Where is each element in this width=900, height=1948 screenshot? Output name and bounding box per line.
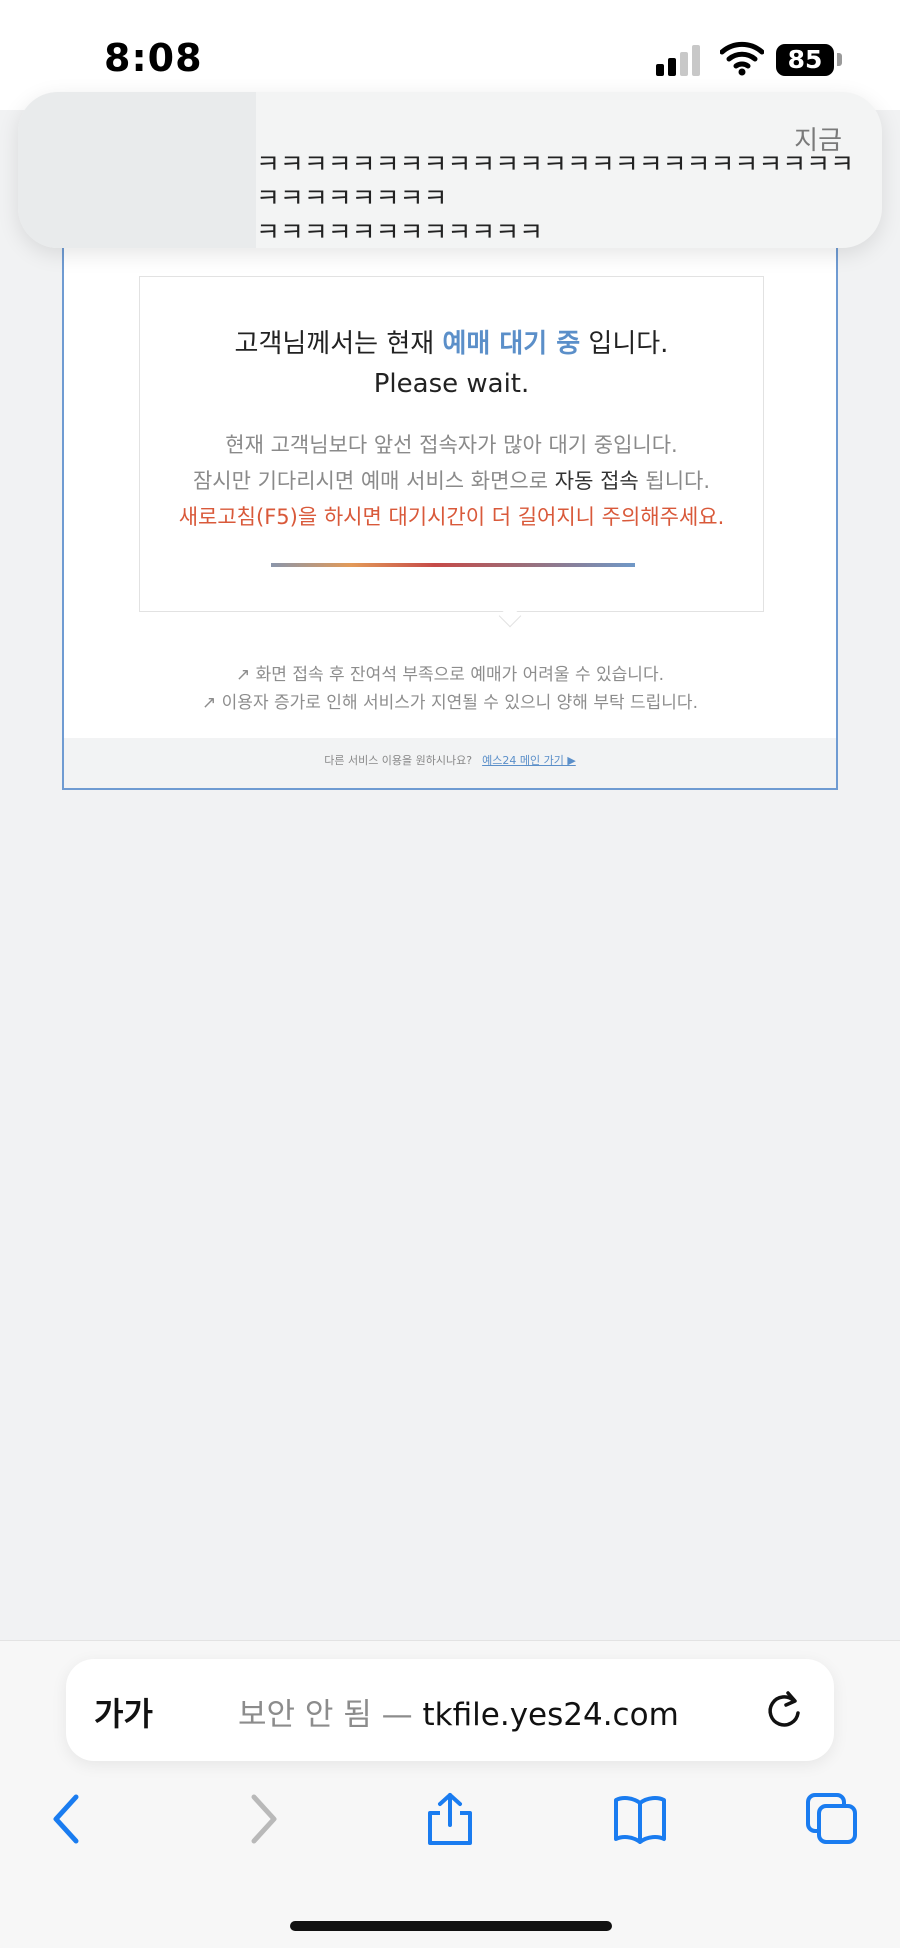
address-text[interactable]: 보안 안 됨 — tkfile.yes24.com [238, 1689, 679, 1734]
share-icon[interactable] [422, 1791, 478, 1847]
battery-cap [837, 53, 842, 66]
waiting-headline: 고객님께서는 현재 예매 대기 중 입니다. [140, 323, 763, 360]
security-label: 보안 안 됨 [238, 1697, 372, 1733]
notification-message: ㅋㅋㅋㅋㅋㅋㅋㅋㅋㅋㅋㅋㅋㅋㅋㅋㅋㅋㅋㅋㅋㅋㅋㅋㅋㅋㅋㅋㅋㅋㅋㅋㅋ ㅋㅋㅋㅋㅋㅋ… [256, 150, 855, 248]
waiting-progress-line [271, 563, 635, 567]
footer-bar: 다른 서비스 이용을 원하시나요? 예스24 메인 가기 ▶ [64, 738, 836, 788]
headline-prefix: 고객님께서는 현재 [234, 329, 443, 359]
browser-bottom-bar: 가가 보안 안 됨 — tkfile.yes24.com [0, 1640, 900, 1948]
info-line-1: 현재 고객님보다 앞선 접속자가 많아 대기 중입니다. [225, 433, 678, 457]
headline-highlight: 예매 대기 중 [442, 329, 581, 359]
text-size-button[interactable]: 가가 [94, 1689, 153, 1735]
tabs-icon[interactable] [804, 1791, 860, 1847]
auto-connect-emphasis: 자동 접속 [554, 469, 639, 493]
info-line-2-prefix: 잠시만 기다리시면 예매 서비스 화면으로 [192, 469, 555, 493]
wifi-icon [720, 41, 764, 76]
info-line-2: 잠시만 기다리시면 예매 서비스 화면으로 자동 접속 됩니다. [140, 465, 763, 495]
chevron-left-icon[interactable] [40, 1791, 96, 1847]
cellular-signal-icon [656, 44, 704, 76]
yes24-main-link[interactable]: 예스24 메인 가기 ▶ [482, 754, 576, 767]
notification-banner[interactable]: 지금 ㅋㅋㅋㅋㅋㅋㅋㅋㅋㅋㅋㅋㅋㅋㅋㅋㅋㅋㅋㅋㅋㅋㅋㅋㅋㅋㅋㅋㅋㅋㅋㅋㅋ ㅋㅋㅋ… [18, 92, 882, 248]
address-bar[interactable]: 가가 보안 안 됨 — tkfile.yes24.com [66, 1659, 834, 1761]
please-wait-text: Please wait. [373, 369, 530, 399]
home-indicator[interactable] [290, 1921, 612, 1931]
queue-page: 고객님께서는 현재 예매 대기 중 입니다. Please wait. 현재 고… [62, 248, 838, 790]
address-separator: — [371, 1697, 423, 1733]
headline-suffix: 입니다. [580, 329, 669, 359]
domain-text: tkfile.yes24.com [422, 1697, 679, 1733]
chevron-right-icon[interactable] [234, 1791, 290, 1847]
info-line-2-suffix: 됩니다. [638, 469, 711, 493]
battery-level: 85 [776, 44, 834, 76]
notification-redacted-area [18, 92, 256, 248]
footer-text: 다른 서비스 이용을 원하시나요? [324, 754, 473, 767]
book-icon[interactable] [612, 1791, 668, 1847]
refresh-warning: 새로고침(F5)을 하시면 대기시간이 더 길어지니 주의해주세요. [178, 505, 725, 529]
waiting-message-box: 고객님께서는 현재 예매 대기 중 입니다. Please wait. 현재 고… [139, 276, 764, 612]
reload-icon[interactable] [764, 1689, 804, 1731]
notice-line-1: ↗ 화면 접속 후 잔여석 부족으로 예매가 어려울 수 있습니다. [235, 665, 664, 685]
status-time: 8:08 [104, 36, 203, 80]
notice-line-2: ↗ 이용자 증가로 인해 서비스가 지연될 수 있으니 양해 부탁 드립니다. [202, 693, 698, 713]
